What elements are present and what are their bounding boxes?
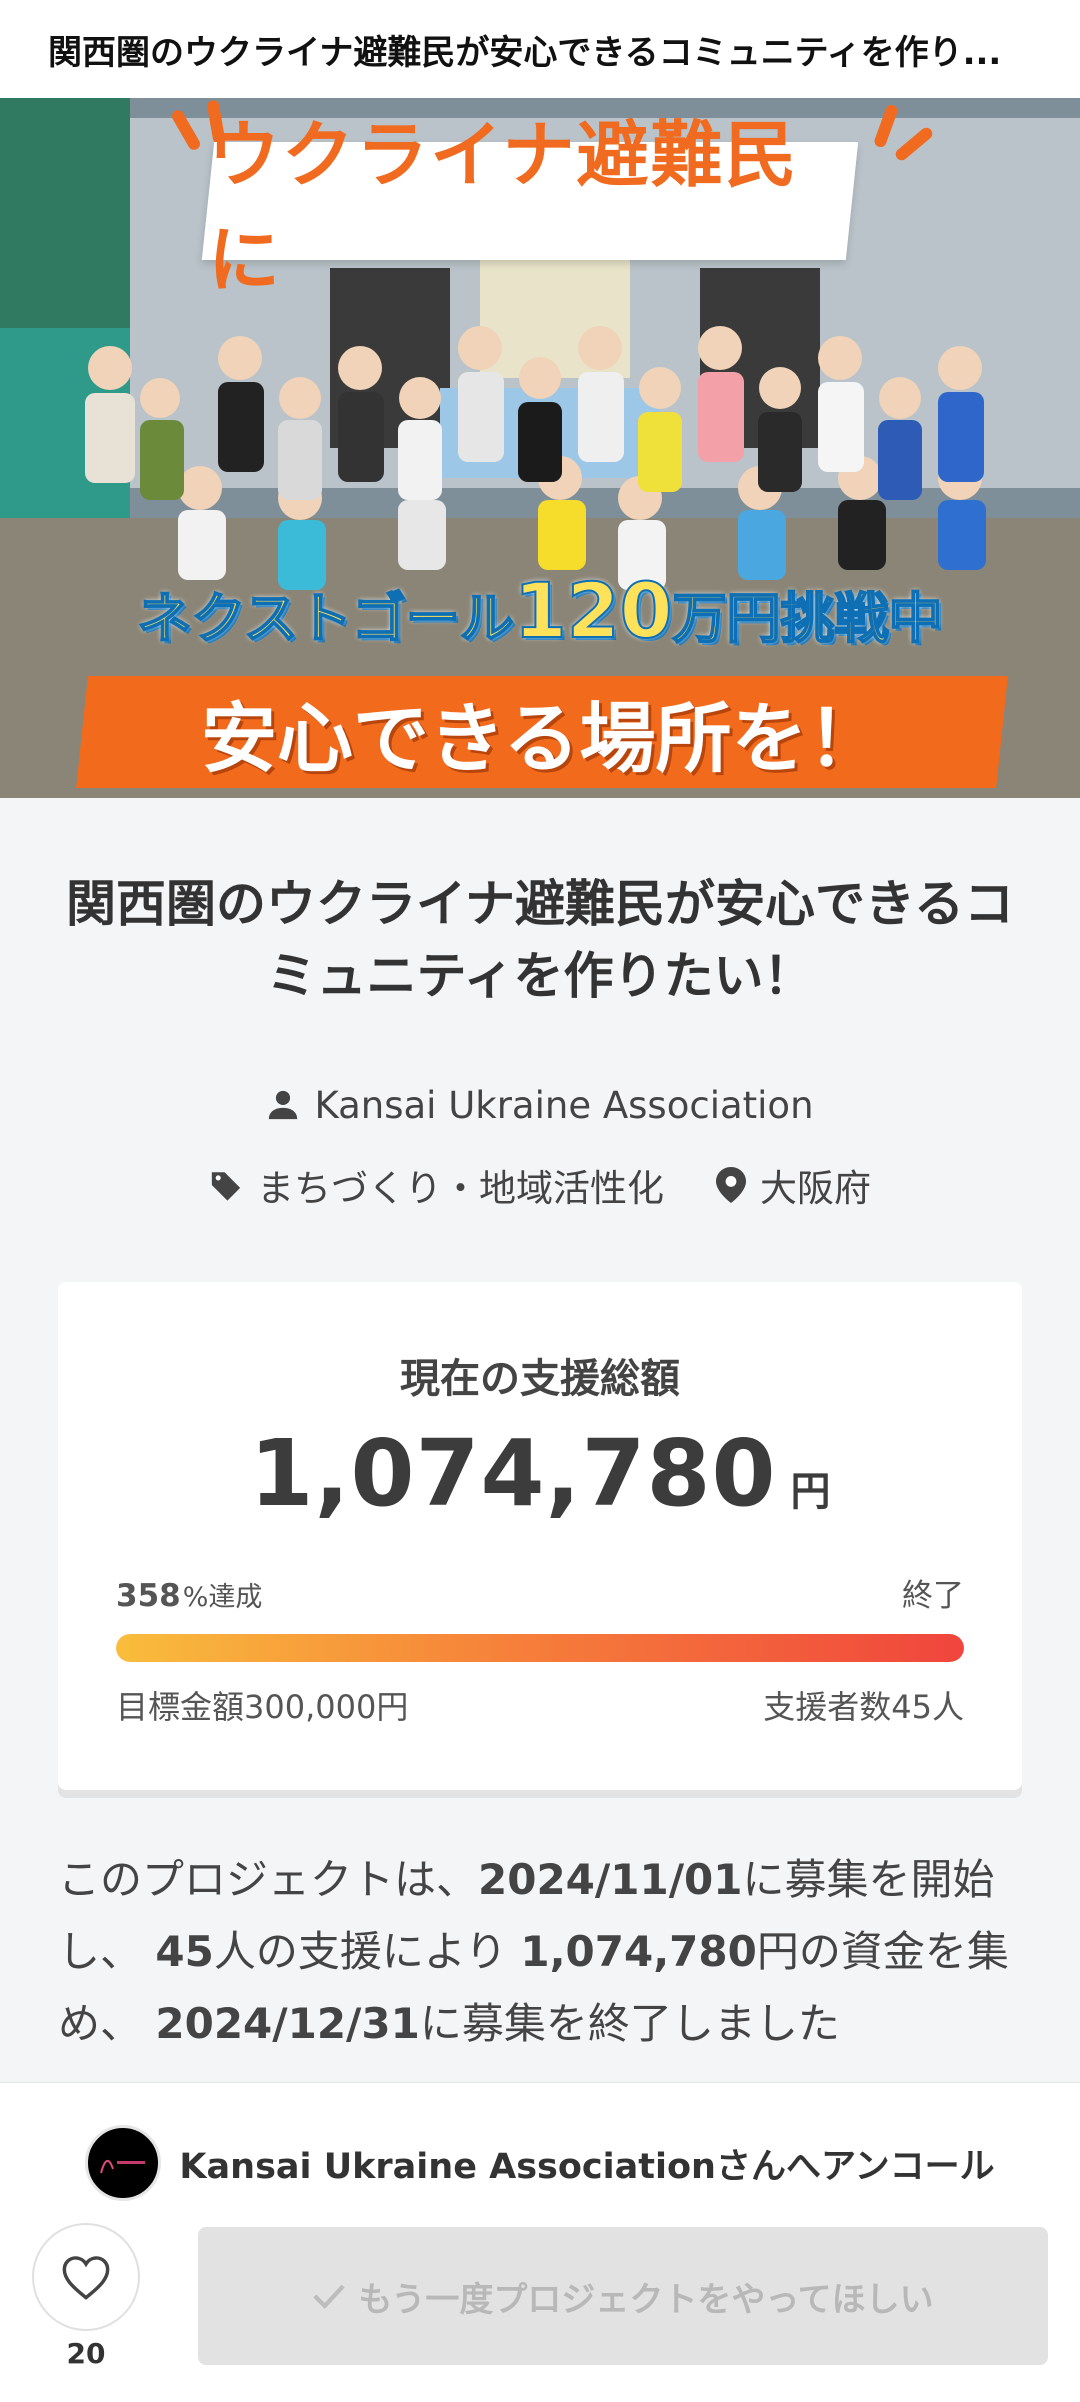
summary-start-date: 2024/11/01 xyxy=(478,1855,743,1904)
project-title: 関西圏のウクライナ避難民が安心できるコミュニティを作りたい！ xyxy=(66,875,1014,1005)
encore-row: Kansai Ukraine Associationさんへアンコール xyxy=(0,2123,1080,2203)
status-badge: 終了 xyxy=(902,1578,964,1614)
bottom-action-bar: Kansai Ukraine Associationさんへアンコール 20 もう… xyxy=(0,2082,1080,2402)
summary-end-date: 2024/12/31 xyxy=(155,1999,420,2048)
meta-row: まちづくり・地域活性化 大阪府 xyxy=(0,1160,1080,1210)
hero-banner-top-text: ウクライナ避難民に xyxy=(208,113,799,302)
hero-banner-top: ウクライナ避難民に xyxy=(201,113,859,302)
summary-amount: 1,074,780 xyxy=(520,1927,757,1976)
target-amount: 目標金額300,000円 xyxy=(116,1688,409,1726)
hero-banner-bottom: 安心できる場所を！ xyxy=(76,676,1008,788)
hero-goal-prefix: ネクストゴール xyxy=(136,586,514,651)
achievement-suffix: %達成 xyxy=(182,1582,263,1613)
person-icon xyxy=(266,1087,300,1123)
hero-goal-amount: 120 xyxy=(513,565,674,656)
heart-outline-icon xyxy=(60,2253,112,2301)
category-link[interactable]: まちづくり・地域活性化 xyxy=(209,1158,664,1212)
progress-fill xyxy=(116,1634,964,1662)
funding-label: 現在の支援総額 xyxy=(400,1356,680,1402)
progress-header: 358 %達成 終了 xyxy=(116,1570,964,1615)
progress-footer: 目標金額300,000円 支援者数45人 xyxy=(116,1682,964,1728)
hero-goal-suffix: 万円挑戦中 xyxy=(672,586,944,651)
encore-label: Kansai Ukraine Associationさんへアンコール xyxy=(179,2146,995,2187)
like-button[interactable] xyxy=(32,2223,140,2331)
location-pin-icon xyxy=(716,1167,746,1203)
header-title: 関西圏のウクライナ避難民が安心できるコミュニティを作り... xyxy=(48,32,1002,73)
location-link[interactable]: 大阪府 xyxy=(716,1158,871,1212)
location-label[interactable]: 大阪府 xyxy=(760,1158,871,1212)
project-summary: このプロジェクトは、2024/11/01に募集を開始し、 45人の支援により 1… xyxy=(58,1844,1022,2060)
supporter-count: 支援者数45人 xyxy=(763,1688,964,1726)
summary-text-1: このプロジェクトは、 xyxy=(58,1855,479,1904)
summary-backers: 45 xyxy=(155,1927,214,1976)
owner-row[interactable]: Kansai Ukraine Association xyxy=(0,1080,1080,1130)
check-icon xyxy=(312,2281,346,2311)
achievement-rate: 358 %達成 xyxy=(116,1575,262,1614)
header-bar: 関西圏のウクライナ避難民が安心できるコミュニティを作り... xyxy=(0,0,1080,98)
like-count: 20 xyxy=(66,2337,106,2370)
summary-text-5: に募集を終了しました xyxy=(419,1999,840,2048)
category-label[interactable]: まちづくり・地域活性化 xyxy=(257,1158,664,1212)
hero-image: ウクライナ避難民に ネクストゴール120万円挑戦中 安心できる場所を！ xyxy=(0,98,1080,798)
funding-unit: 円 xyxy=(790,1469,831,1515)
summary-text-3: 人の支援により xyxy=(213,1927,507,1976)
progress-bar xyxy=(116,1634,964,1662)
hero-goal-text: ネクストゴール120万円挑戦中 xyxy=(0,565,1080,656)
owner-name[interactable]: Kansai Ukraine Association xyxy=(314,1084,813,1127)
encore-request-button[interactable]: もう一度プロジェクトをやってほしい xyxy=(198,2227,1048,2365)
funding-card: 現在の支援総額 1,074,780 円 358 %達成 終了 目標金額300,0… xyxy=(58,1282,1022,1790)
encore-request-label: もう一度プロジェクトをやってほしい xyxy=(358,2279,934,2320)
hero-banner-bottom-text: 安心できる場所を！ xyxy=(200,694,884,783)
achievement-percent: 358 xyxy=(116,1578,181,1614)
avatar xyxy=(85,2125,162,2201)
funding-amount: 1,074,780 xyxy=(249,1420,777,1527)
project-page: 関西圏のウクライナ避難民が安心できるコミュニティを作り... ウクライナ避難民に… xyxy=(0,0,1080,2402)
tag-icon xyxy=(209,1168,243,1202)
funding-amount-row: 1,074,780 円 xyxy=(58,1420,1022,1527)
